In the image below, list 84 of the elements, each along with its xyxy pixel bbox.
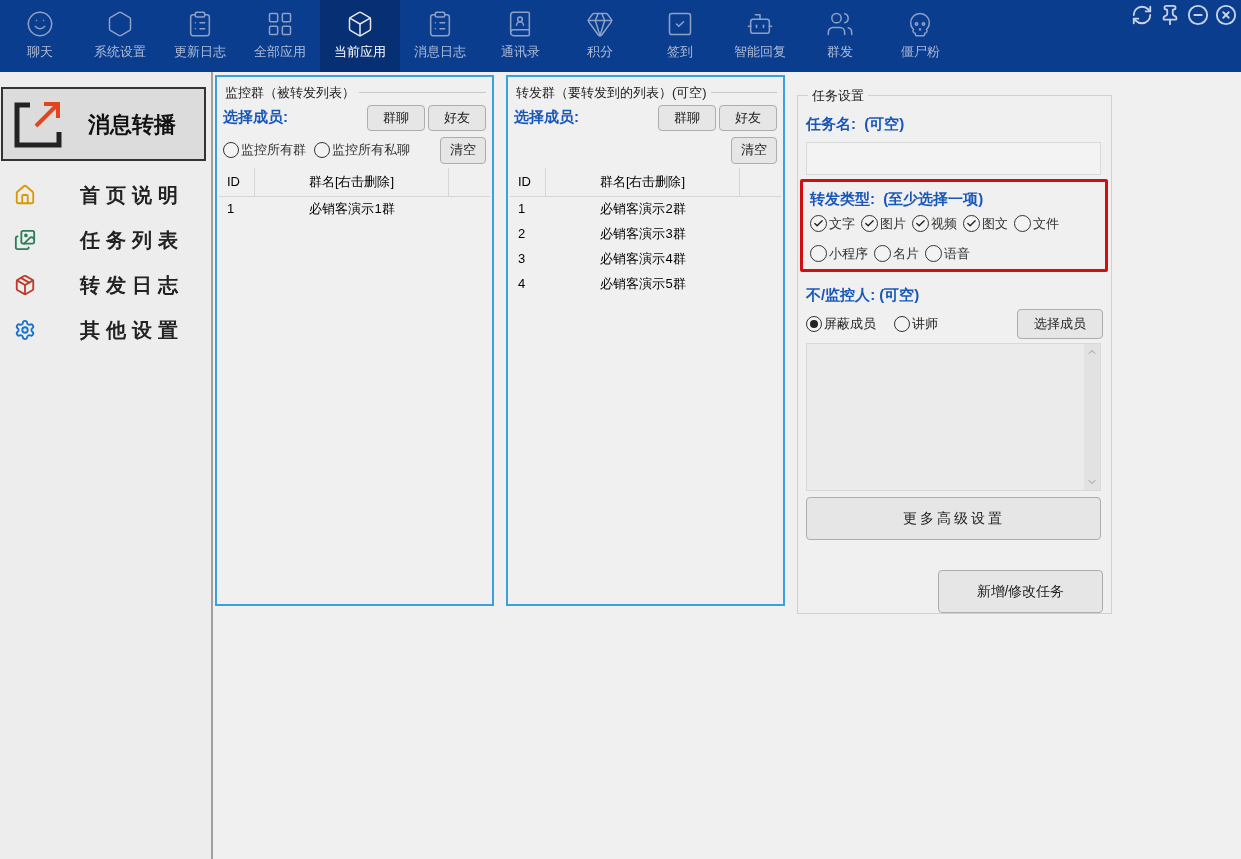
pictures-icon [14, 229, 36, 251]
select-members-label: 选择成员: [514, 107, 580, 128]
table-header-cell: ID [219, 167, 255, 196]
radio-label: 监控所有私聊 [332, 141, 410, 160]
table-cell-text: 3 [517, 250, 527, 269]
toolbar-tab[interactable]: 智能回复 [720, 0, 800, 72]
table-header-cell: ID [510, 167, 546, 196]
checkbox-label: 名片 [893, 244, 919, 263]
checkbox-label: 语音 [944, 244, 970, 263]
radio-button[interactable] [806, 315, 822, 332]
forward-type-label: 转发类型: (至少选择一项) [810, 188, 985, 209]
checkbox-label: 图文 [982, 215, 1008, 233]
group-box-title: 监控群（被转发列表） [225, 84, 355, 102]
radio-label: 屏蔽成员 [824, 314, 876, 333]
member-type-button[interactable]: 群聊 [367, 104, 425, 131]
checkbox-label: 文字 [829, 215, 855, 233]
table-header-cell: 群名[右击删除] [255, 167, 449, 196]
task-name-field[interactable] [806, 141, 1101, 175]
checkbox[interactable] [1014, 215, 1031, 233]
diamond-icon [586, 10, 614, 39]
member-type-button[interactable]: 好友 [428, 104, 486, 131]
checkbox[interactable] [963, 215, 980, 233]
table-cell-text: 必销客演示3群 [599, 225, 687, 244]
radio-button[interactable] [314, 142, 330, 158]
table-cell-text: 2 [517, 225, 527, 244]
toolbar-tab[interactable]: 积分 [560, 0, 640, 72]
face-icon [26, 10, 54, 39]
advanced-settings-button[interactable]: 更多高级设置 [806, 496, 1101, 540]
radio-label: 讲师 [912, 314, 938, 333]
toolbar-tab[interactable]: 当前应用 [320, 0, 400, 72]
checkbox-label: 文件 [1033, 215, 1059, 233]
select-members-button[interactable]: 选择成员 [1017, 308, 1103, 339]
table-cell-text: 1 [226, 200, 236, 219]
checkbox-label: 视频 [931, 215, 957, 233]
member-type-button[interactable]: 好友 [719, 104, 777, 131]
toolbar-tab[interactable]: 系统设置 [80, 0, 160, 72]
checkbox-label: 小程序 [829, 244, 868, 263]
table-cell-text: 必销客演示1群 [308, 200, 396, 219]
sidebar-item[interactable]: 其他设置 [0, 318, 211, 342]
share-arrow-icon [14, 100, 64, 148]
people-label: 不/监控人: (可空) [806, 285, 921, 305]
cube-icon [346, 10, 374, 39]
table-cell-text: 必销客演示2群 [599, 200, 687, 219]
toolbar-tab[interactable]: 签到 [640, 0, 720, 72]
toolbar-tab[interactable]: 群发 [800, 0, 880, 72]
group-box-title: 转发群（要转发到的列表）(可空) [516, 84, 707, 102]
sidebar-item[interactable]: 转发日志 [0, 273, 211, 297]
table-header-cell: 群名[右击删除] [546, 167, 740, 196]
sidebar-item[interactable]: 首页说明 [0, 183, 211, 207]
banner-title: 消息转播 [88, 110, 176, 139]
checkbox[interactable] [810, 215, 827, 233]
sidebar-item[interactable]: 任务列表 [0, 228, 211, 252]
toolbar-tab[interactable]: 通讯录 [480, 0, 560, 72]
refresh-icon[interactable] [1131, 4, 1153, 26]
radio-label: 监控所有群 [241, 141, 306, 160]
table-cell-text: 4 [517, 275, 527, 294]
checkbox[interactable] [912, 215, 929, 233]
minimize-icon[interactable] [1187, 4, 1209, 26]
close-icon[interactable] [1215, 4, 1237, 26]
checkbox-label: 图片 [880, 215, 906, 233]
clear-button[interactable]: 清空 [440, 136, 486, 164]
toolbar-tab[interactable]: 更新日志 [160, 0, 240, 72]
toolbar-tab[interactable]: 僵尸粉 [880, 0, 960, 72]
home-icon [14, 184, 36, 206]
table-cell-text: 1 [517, 200, 527, 219]
checkbox[interactable] [810, 244, 827, 262]
table-cell-text: 必销客演示5群 [599, 275, 687, 294]
package-icon [14, 274, 36, 296]
member-type-button[interactable]: 群聊 [658, 104, 716, 131]
radio-button[interactable] [894, 315, 910, 332]
checkbox[interactable] [874, 244, 891, 262]
task-name-label: 任务名: (可空) [806, 114, 906, 134]
checkbox[interactable] [861, 215, 878, 233]
toolbar-tab[interactable]: 消息日志 [400, 0, 480, 72]
checkbox[interactable] [925, 244, 942, 262]
toolbar-tab[interactable]: 全部应用 [240, 0, 320, 72]
clear-button[interactable]: 清空 [731, 136, 777, 164]
hexagon-icon [106, 10, 134, 39]
submit-task-button[interactable]: 新增/修改任务 [938, 569, 1103, 613]
settings-icon [14, 319, 36, 341]
toolbar-tab[interactable]: 聊天 [0, 0, 80, 72]
select-members-label: 选择成员: [223, 107, 289, 128]
radio-button[interactable] [223, 142, 239, 158]
table-cell-text: 必销客演示4群 [599, 250, 687, 269]
